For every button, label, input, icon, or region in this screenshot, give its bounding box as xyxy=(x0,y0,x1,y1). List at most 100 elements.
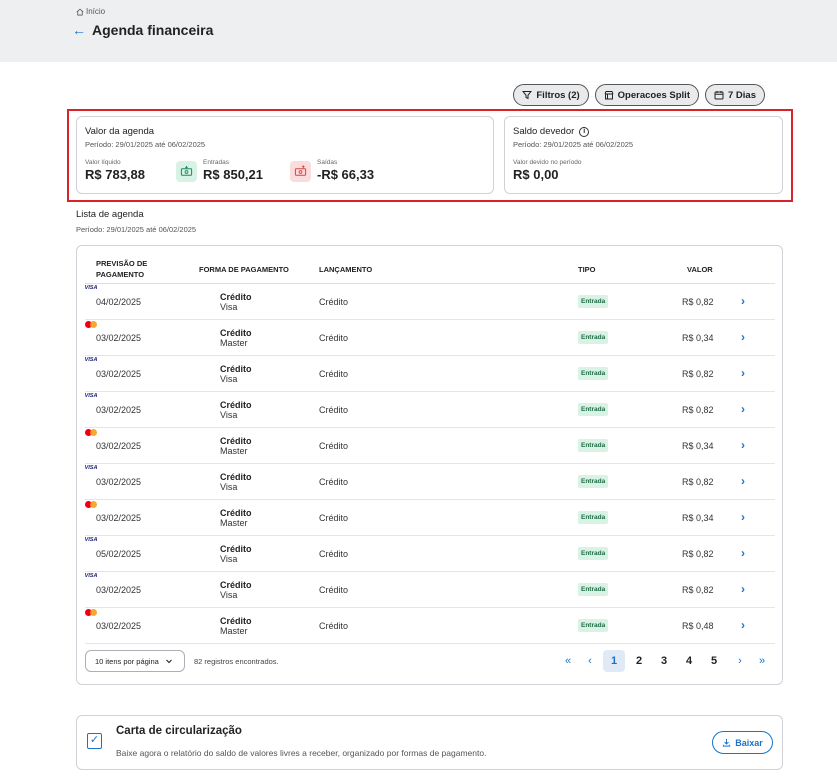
row-launch: Crédito xyxy=(319,369,349,379)
next-page-button[interactable]: › xyxy=(734,650,746,672)
table-row[interactable]: 03/02/2025 Crédito Master Crédito Entrada R$ … xyxy=(85,608,775,644)
table-row[interactable]: 03/02/2025 VISA Crédito Visa Crédito Entrada R… xyxy=(85,392,775,428)
row-value: R$ 0,34 xyxy=(682,333,714,343)
money-out-icon xyxy=(290,161,311,182)
chevron-right-icon[interactable]: › xyxy=(741,582,745,596)
table-row[interactable]: 03/02/2025 VISA Crédito Visa Crédito Entrada R… xyxy=(85,572,775,608)
breadcrumb-home[interactable]: Início xyxy=(86,7,105,16)
row-date: 03/02/2025 xyxy=(96,477,142,487)
table-row[interactable]: 04/02/2025 VISA Crédito Visa Crédito Entrada R… xyxy=(85,284,775,320)
row-payment-method: Crédito Master xyxy=(220,436,252,456)
row-launch: Crédito xyxy=(319,333,349,343)
last-page-button[interactable]: » xyxy=(755,650,769,672)
agenda-value-card: Valor da agenda Período: 29/01/2025 até … xyxy=(76,116,494,194)
row-date: 03/02/2025 xyxy=(96,621,142,631)
visa-logo-icon: VISA xyxy=(84,393,98,399)
incoming-label: Entradas xyxy=(203,159,230,166)
row-value: R$ 0,82 xyxy=(682,477,714,487)
checkbox-document-icon: ✓ xyxy=(87,733,102,749)
list-period: Período: 29/01/2025 até 06/02/2025 xyxy=(76,225,197,234)
row-method: Crédito xyxy=(220,580,252,590)
row-method: Crédito xyxy=(220,472,252,482)
table-row[interactable]: 03/02/2025 Crédito Master Crédito Entrada R$ … xyxy=(85,320,775,356)
balance-due-card: Saldo devedor i Período: 29/01/2025 até … xyxy=(504,116,783,194)
chevron-right-icon[interactable]: › xyxy=(741,510,745,524)
breadcrumb[interactable]: Início xyxy=(76,7,105,16)
balance-due-title-row: Saldo devedor i xyxy=(513,126,590,137)
row-brand: Visa xyxy=(220,374,238,384)
download-button[interactable]: Baixar xyxy=(712,731,773,754)
mastercard-logo-icon xyxy=(85,608,97,616)
chevron-right-icon[interactable]: › xyxy=(741,474,745,488)
carta-description: Baixe agora o relatório do saldo de valo… xyxy=(116,748,487,758)
visa-logo-icon: VISA xyxy=(84,537,98,543)
type-badge: Entrada xyxy=(578,403,609,416)
per-page-select[interactable]: 10 itens por página xyxy=(85,650,185,672)
chevron-right-icon[interactable]: › xyxy=(741,546,745,560)
row-launch: Crédito xyxy=(319,585,349,595)
row-payment-method: Crédito Master xyxy=(220,508,252,528)
row-date: 03/02/2025 xyxy=(96,405,142,415)
page-number-button[interactable]: 3 xyxy=(653,650,675,672)
row-method: Crédito xyxy=(220,400,252,410)
page-number-button[interactable]: 5 xyxy=(703,650,725,672)
card-brand: VISA xyxy=(84,284,98,292)
chevron-right-icon[interactable]: › xyxy=(741,618,745,632)
info-icon[interactable]: i xyxy=(579,126,590,137)
visa-logo-icon: VISA xyxy=(84,285,98,291)
period-button[interactable]: 7 Dias xyxy=(705,84,765,106)
chevron-right-icon[interactable]: › xyxy=(741,366,745,380)
chevron-right-icon[interactable]: › xyxy=(741,438,745,452)
table-row[interactable]: 03/02/2025 VISA Crédito Visa Crédito Entrada R… xyxy=(85,356,775,392)
balance-due-label: Valor devido no período xyxy=(513,159,582,166)
table-row[interactable]: 05/02/2025 VISA Crédito Visa Crédito Entrada R… xyxy=(85,536,775,572)
table-header: Previsão de pagamento Forma de pagamento… xyxy=(85,256,775,284)
chevron-right-icon[interactable]: › xyxy=(741,402,745,416)
split-operations-button[interactable]: Operacoes Split xyxy=(594,84,699,106)
type-badge: Entrada xyxy=(578,475,609,488)
row-value: R$ 0,82 xyxy=(682,549,714,559)
agenda-table: Previsão de pagamento Forma de pagamento… xyxy=(76,245,783,685)
page-number-button[interactable]: 2 xyxy=(628,650,650,672)
download-icon xyxy=(723,738,731,747)
outgoing-label: Saídas xyxy=(317,159,338,166)
row-brand: Visa xyxy=(220,302,238,312)
first-page-button[interactable]: « xyxy=(561,650,575,672)
visa-logo-icon: VISA xyxy=(84,465,98,471)
per-page-label: 10 itens por página xyxy=(95,656,159,666)
row-payment-method: Crédito Visa xyxy=(220,544,252,564)
row-method: Crédito xyxy=(220,616,252,626)
carta-title: Carta de circularização xyxy=(116,725,242,737)
page-number-button[interactable]: 1 xyxy=(603,650,625,672)
page-number-button[interactable]: 4 xyxy=(678,650,700,672)
chevron-right-icon[interactable]: › xyxy=(741,294,745,308)
header-payment-forecast: Previsão de pagamento xyxy=(96,258,147,280)
prev-page-button[interactable]: ‹ xyxy=(584,650,596,672)
visa-logo-icon: VISA xyxy=(84,357,98,363)
row-brand: Master xyxy=(220,446,248,456)
list-title: Lista de agenda xyxy=(76,209,144,220)
back-arrow-icon[interactable]: ← xyxy=(72,22,86,38)
table-row[interactable]: 03/02/2025 Crédito Master Crédito Entrada R$ … xyxy=(85,428,775,464)
row-method: Crédito xyxy=(220,544,252,554)
net-value-metric: Valor líquido R$ 783,88 xyxy=(85,159,145,182)
row-launch: Crédito xyxy=(319,513,349,523)
row-date: 03/02/2025 xyxy=(96,369,142,379)
split-operations-label: Operacoes Split xyxy=(617,89,690,101)
table-row[interactable]: 03/02/2025 VISA Crédito Visa Crédito Entrada R… xyxy=(85,464,775,500)
table-row[interactable]: 03/02/2025 Crédito Master Crédito Entrada R$ … xyxy=(85,500,775,536)
outgoing-metric: Saídas -R$ 66,33 xyxy=(317,159,374,182)
type-badge: Entrada xyxy=(578,295,609,308)
row-date: 03/02/2025 xyxy=(96,585,142,595)
card-brand xyxy=(85,500,97,508)
header-payment-method: Forma de pagamento xyxy=(199,265,289,274)
card-brand: VISA xyxy=(84,392,98,400)
filters-button[interactable]: Filtros (2) xyxy=(513,84,589,106)
row-value: R$ 0,34 xyxy=(682,513,714,523)
row-launch: Crédito xyxy=(319,621,349,631)
period-button-label: 7 Dias xyxy=(728,89,756,101)
balance-due-title: Saldo devedor xyxy=(513,126,575,137)
records-count: 82 registros encontrados. xyxy=(194,657,279,666)
type-badge: Entrada xyxy=(578,331,609,344)
chevron-right-icon[interactable]: › xyxy=(741,330,745,344)
